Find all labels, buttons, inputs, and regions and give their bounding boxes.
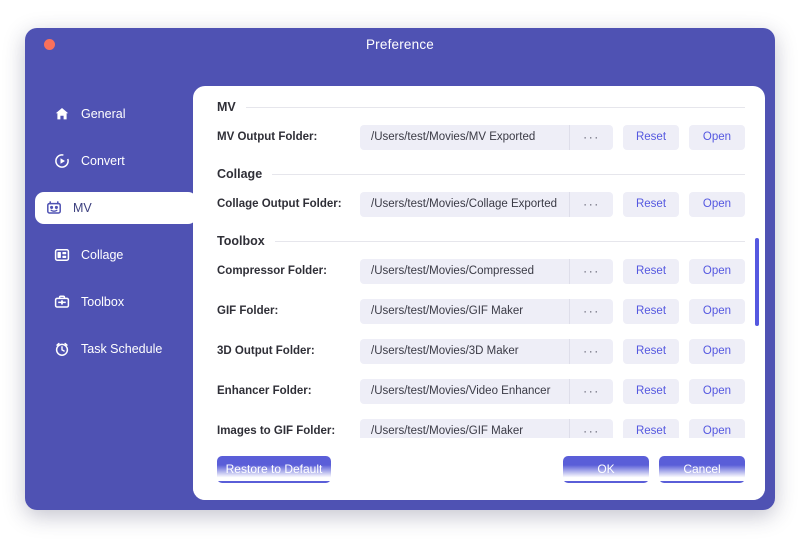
- folder-path-input[interactable]: /Users/test/Movies/MV Exported···: [360, 125, 613, 150]
- folder-path-value: /Users/test/Movies/Video Enhancer: [360, 385, 569, 397]
- sidebar-item-collage[interactable]: Collage: [43, 239, 193, 271]
- sidebar-item-general[interactable]: General: [43, 98, 193, 130]
- home-icon: [53, 106, 70, 123]
- settings-panel: MV MV Output Folder:/Users/test/Movies/MV…: [193, 86, 765, 500]
- section-divider: [275, 241, 745, 242]
- browse-folder-button[interactable]: ···: [569, 192, 613, 217]
- folder-setting-row: Collage Output Folder:/Users/test/Movies…: [217, 187, 745, 221]
- open-button[interactable]: Open: [689, 259, 745, 284]
- open-button[interactable]: Open: [689, 125, 745, 150]
- sidebar-item-mv[interactable]: MV: [35, 192, 197, 224]
- folder-path-value: /Users/test/Movies/Collage Exported: [360, 198, 569, 210]
- folder-path-value: /Users/test/Movies/GIF Maker: [360, 425, 569, 437]
- open-button[interactable]: Open: [689, 299, 745, 324]
- reset-button[interactable]: Reset: [623, 259, 679, 284]
- sidebar-item-label: Convert: [81, 154, 125, 168]
- sidebar-item-task-schedule[interactable]: Task Schedule: [43, 333, 193, 365]
- open-button[interactable]: Open: [689, 339, 745, 364]
- preference-window: Preference General Convert MV Collage Toolbo…: [25, 28, 775, 510]
- open-button[interactable]: Open: [689, 192, 745, 217]
- folder-path-value: /Users/test/Movies/Compressed: [360, 265, 569, 277]
- section-divider: [246, 107, 745, 108]
- scrollbar-thumb[interactable]: [755, 238, 759, 326]
- title-bar: Preference: [25, 28, 775, 62]
- dialog-footer: Restore to Default OK Cancel: [193, 438, 765, 500]
- folder-setting-row: 3D Output Folder:/Users/test/Movies/3D M…: [217, 334, 745, 368]
- sidebar-item-label: Collage: [81, 248, 123, 262]
- section-title: MV: [217, 100, 246, 114]
- convert-icon: [53, 153, 70, 170]
- folder-setting-row: Enhancer Folder:/Users/test/Movies/Video…: [217, 374, 745, 408]
- section-title: Collage: [217, 167, 272, 181]
- sidebar-nav: General Convert MV Collage Toolbox Task Sched…: [25, 62, 193, 510]
- reset-button[interactable]: Reset: [623, 192, 679, 217]
- reset-button[interactable]: Reset: [623, 339, 679, 364]
- sidebar-item-label: MV: [73, 201, 92, 215]
- mv-icon: [45, 200, 62, 217]
- cancel-button[interactable]: Cancel: [659, 456, 745, 483]
- section-title: Toolbox: [217, 234, 275, 248]
- folder-path-input[interactable]: /Users/test/Movies/Collage Exported···: [360, 192, 613, 217]
- section-header-mv: MV: [217, 100, 745, 114]
- folder-row-label: 3D Output Folder:: [217, 345, 360, 357]
- browse-folder-button[interactable]: ···: [569, 259, 613, 284]
- section-header-collage: Collage: [217, 167, 745, 181]
- settings-scroll-area[interactable]: MV MV Output Folder:/Users/test/Movies/MV…: [193, 86, 765, 481]
- task-schedule-icon: [53, 341, 70, 358]
- collage-icon: [53, 247, 70, 264]
- section-header-toolbox: Toolbox: [217, 234, 745, 248]
- folder-setting-row: Compressor Folder:/Users/test/Movies/Com…: [217, 254, 745, 288]
- folder-row-label: Images to GIF Folder:: [217, 425, 360, 437]
- browse-folder-button[interactable]: ···: [569, 299, 613, 324]
- browse-folder-button[interactable]: ···: [569, 125, 613, 150]
- folder-path-value: /Users/test/Movies/MV Exported: [360, 131, 569, 143]
- sidebar-item-label: Task Schedule: [81, 342, 162, 356]
- section-divider: [272, 174, 745, 175]
- sidebar-item-toolbox[interactable]: Toolbox: [43, 286, 193, 318]
- reset-button[interactable]: Reset: [623, 379, 679, 404]
- sidebar-item-label: General: [81, 107, 125, 121]
- reset-button[interactable]: Reset: [623, 125, 679, 150]
- toolbox-icon: [53, 294, 70, 311]
- window-title: Preference: [25, 37, 775, 52]
- folder-setting-row: MV Output Folder:/Users/test/Movies/MV E…: [217, 120, 745, 154]
- folder-row-label: Collage Output Folder:: [217, 198, 360, 210]
- folder-setting-row: GIF Folder:/Users/test/Movies/GIF Maker·…: [217, 294, 745, 328]
- folder-path-input[interactable]: /Users/test/Movies/3D Maker···: [360, 339, 613, 364]
- folder-row-label: Enhancer Folder:: [217, 385, 360, 397]
- folder-path-value: /Users/test/Movies/GIF Maker: [360, 305, 569, 317]
- folder-path-value: /Users/test/Movies/3D Maker: [360, 345, 569, 357]
- sidebar-item-label: Toolbox: [81, 295, 124, 309]
- folder-path-input[interactable]: /Users/test/Movies/Compressed···: [360, 259, 613, 284]
- open-button[interactable]: Open: [689, 379, 745, 404]
- folder-row-label: GIF Folder:: [217, 305, 360, 317]
- folder-row-label: MV Output Folder:: [217, 131, 360, 143]
- restore-to-default-button[interactable]: Restore to Default: [217, 456, 331, 483]
- sidebar-item-convert[interactable]: Convert: [43, 145, 193, 177]
- browse-folder-button[interactable]: ···: [569, 339, 613, 364]
- ok-button[interactable]: OK: [563, 456, 649, 483]
- browse-folder-button[interactable]: ···: [569, 379, 613, 404]
- folder-path-input[interactable]: /Users/test/Movies/GIF Maker···: [360, 299, 613, 324]
- reset-button[interactable]: Reset: [623, 299, 679, 324]
- folder-path-input[interactable]: /Users/test/Movies/Video Enhancer···: [360, 379, 613, 404]
- folder-row-label: Compressor Folder:: [217, 265, 360, 277]
